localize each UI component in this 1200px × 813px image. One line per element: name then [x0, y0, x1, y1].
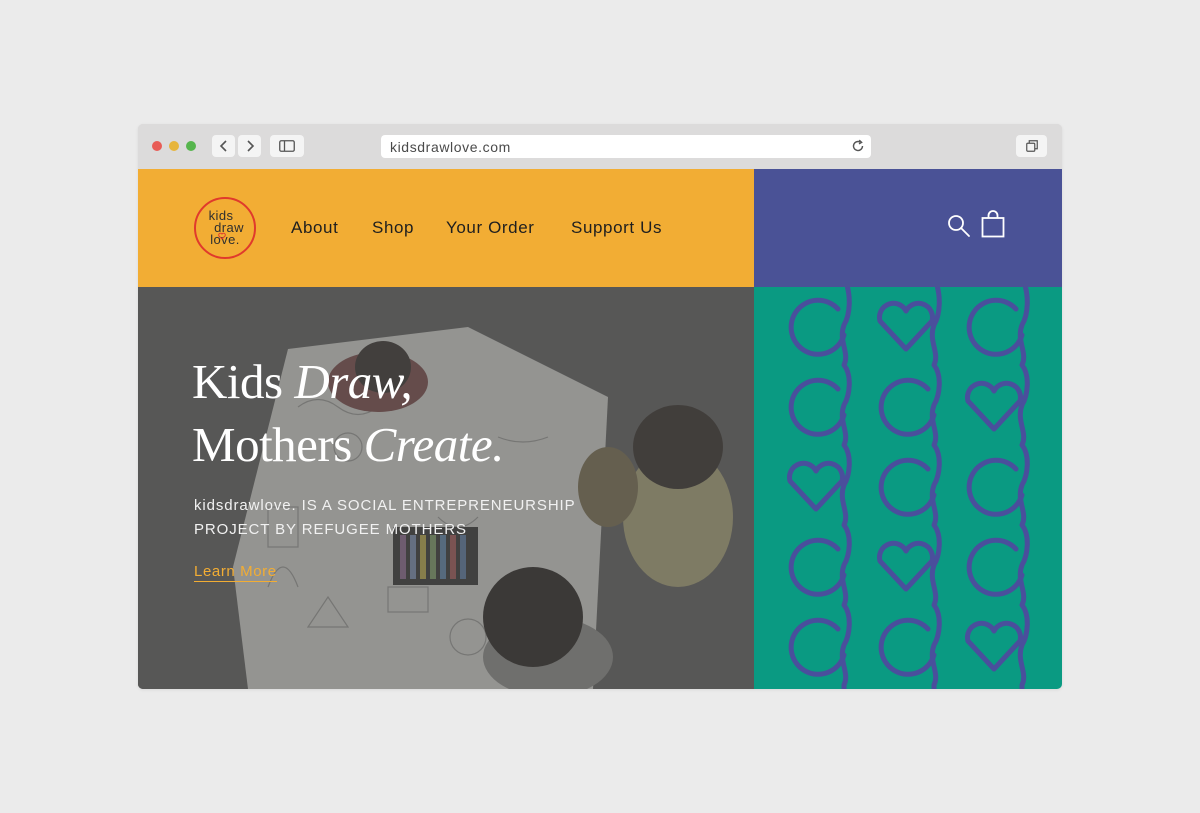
pattern-loop	[966, 297, 1025, 357]
header-actions	[754, 169, 1062, 287]
pattern-strand	[929, 287, 942, 689]
site-logo[interactable]: kids draw love.	[194, 197, 256, 259]
reload-icon[interactable]	[851, 139, 865, 153]
headline-create: Create.	[363, 417, 505, 472]
hero-dim-overlay	[138, 287, 754, 689]
pattern-loop	[966, 457, 1025, 517]
address-bar[interactable]: kidsdrawlove.com	[381, 135, 871, 158]
pattern-heart	[965, 620, 1023, 672]
pattern-loop	[788, 617, 847, 677]
tabs-icon	[1025, 140, 1038, 152]
shopping-bag-icon[interactable]	[981, 210, 1005, 238]
pattern-loop	[788, 377, 847, 437]
hero-tagline-line2: PROJECT BY REFUGEE MOTHERS	[194, 521, 467, 538]
pattern-heart	[787, 460, 845, 512]
pattern-loop	[878, 617, 937, 677]
pattern-loop	[966, 537, 1025, 597]
site-header: kids draw love. About Shop Your Order Su…	[138, 169, 754, 287]
nav-your-order[interactable]: Your Order	[446, 218, 535, 238]
close-window-button[interactable]	[152, 141, 162, 151]
browser-toolbar: kidsdrawlove.com	[138, 124, 1062, 169]
pattern-loop	[878, 377, 937, 437]
hero-section: Kids Draw, Mothers Create. kidsdrawlove.…	[138, 287, 754, 689]
heart-loop-pattern	[754, 287, 1062, 689]
url-text: kidsdrawlove.com	[390, 139, 511, 155]
nav-about[interactable]: About	[291, 218, 338, 238]
browser-window: kidsdrawlove.com kids draw love. About S…	[138, 124, 1062, 689]
sidebar-toggle-button[interactable]	[270, 135, 304, 157]
maximize-window-button[interactable]	[186, 141, 196, 151]
pattern-heart	[965, 380, 1023, 432]
learn-more-link[interactable]: Learn More	[194, 563, 277, 582]
headline-mothers: Mothers	[192, 417, 364, 472]
hero-headline-line2: Mothers Create.	[192, 420, 504, 470]
headline-kids: Kids	[192, 354, 295, 409]
forward-chevron-icon	[246, 140, 254, 152]
pattern-loop	[878, 457, 937, 517]
nav-support-us[interactable]: Support Us	[571, 218, 662, 238]
show-tabs-button[interactable]	[1016, 135, 1047, 157]
search-icon[interactable]	[947, 214, 971, 238]
pattern-loop	[788, 537, 847, 597]
pattern-heart	[877, 540, 935, 592]
pattern-heart	[877, 300, 935, 352]
pattern-strand	[1017, 287, 1030, 689]
pattern-strand	[839, 287, 852, 689]
back-chevron-icon	[219, 140, 227, 152]
minimize-window-button[interactable]	[169, 141, 179, 151]
sidebar-icon	[279, 140, 295, 152]
forward-button[interactable]	[238, 135, 261, 157]
nav-shop[interactable]: Shop	[372, 218, 414, 238]
headline-draw: Draw,	[294, 354, 413, 409]
pattern-loop	[788, 297, 847, 357]
hero-headline-line1: Kids Draw,	[192, 354, 413, 409]
back-button[interactable]	[212, 135, 235, 157]
pattern-graphic	[787, 287, 1030, 689]
logo-heart-icon	[218, 232, 226, 240]
hero-tagline-line1: kidsdrawlove. IS A SOCIAL ENTREPRENEURSH…	[194, 497, 576, 514]
